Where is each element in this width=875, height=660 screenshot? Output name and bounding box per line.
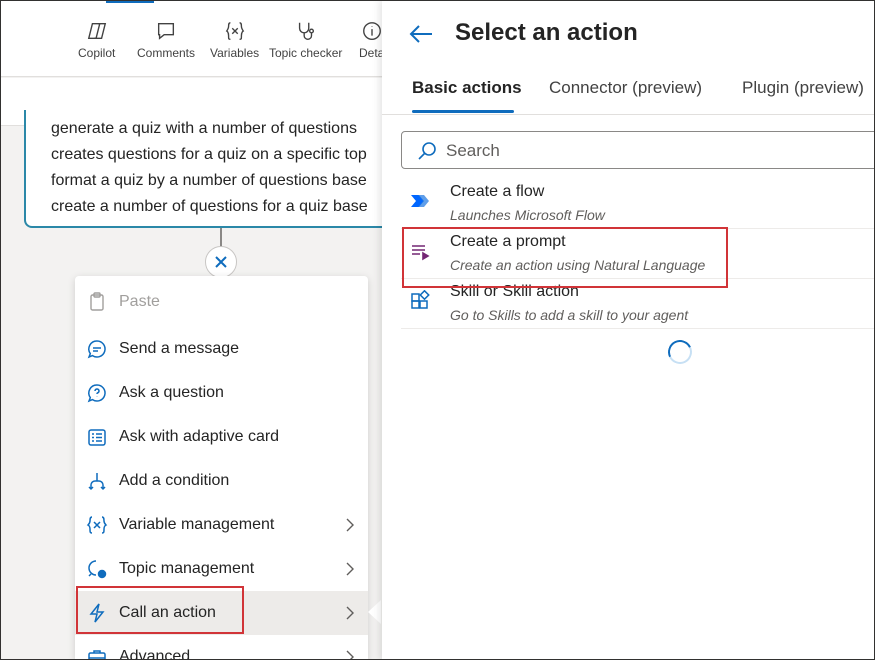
- menu-item-call-action[interactable]: Call an action: [75, 591, 368, 635]
- topic-checker-button[interactable]: Topic checker: [269, 20, 342, 60]
- loading-spinner: [664, 336, 696, 368]
- menu-item-variable-management[interactable]: Variable management: [75, 503, 368, 547]
- info-icon: [362, 22, 381, 40]
- power-automate-icon: [411, 195, 429, 207]
- chevron-right-icon: [346, 606, 354, 620]
- close-menu-button[interactable]: [205, 246, 237, 278]
- copilot-icon: [87, 22, 106, 40]
- trigger-node-card[interactable]: generate a quiz with a number of questio…: [24, 110, 404, 228]
- menu-item-advanced[interactable]: Advanced: [75, 635, 368, 660]
- action-title: Create a prompt: [450, 233, 566, 250]
- menu-item-label: Ask a question: [119, 384, 224, 401]
- variables-button[interactable]: Variables: [210, 20, 259, 60]
- branch-icon: [88, 473, 106, 491]
- comment-icon: [157, 22, 175, 40]
- tab-connector[interactable]: Connector (preview): [549, 78, 702, 98]
- menu-item-label: Call an action: [119, 604, 216, 621]
- copilot-label: Copilot: [78, 46, 116, 60]
- variables-label: Variables: [210, 46, 260, 60]
- toolbox-icon: [88, 650, 106, 660]
- variables-icon: [86, 516, 108, 534]
- add-node-menu: Paste Send a message Ask a question Ask …: [75, 276, 368, 660]
- skill-icon: [411, 290, 430, 309]
- variables-icon: [225, 22, 244, 40]
- menu-item-label: Add a condition: [119, 472, 230, 489]
- menu-item-label: Topic management: [119, 560, 255, 577]
- select-action-panel: Select an action Basic actions Connector…: [382, 0, 875, 660]
- action-title: Skill or Skill action: [450, 283, 579, 300]
- action-description: Create an action using Natural Language: [450, 257, 706, 273]
- trigger-phrase: format a quiz by a number of questions b…: [51, 172, 367, 189]
- search-placeholder: Search: [446, 141, 500, 160]
- comments-button[interactable]: Comments: [137, 20, 195, 60]
- action-description: Launches Microsoft Flow: [450, 207, 605, 223]
- menu-item-label: Ask with adaptive card: [119, 428, 280, 445]
- menu-item-label: Paste: [119, 293, 160, 310]
- comments-label: Comments: [137, 46, 196, 60]
- search-icon: [418, 142, 436, 160]
- prompt-icon: [412, 245, 430, 261]
- menu-item-send-message[interactable]: Send a message: [75, 327, 368, 371]
- menu-item-adaptive-card[interactable]: Ask with adaptive card: [75, 415, 368, 459]
- action-skill[interactable]: Skill or Skill action Go to Skills to ad…: [401, 279, 875, 329]
- back-arrow-icon[interactable]: [408, 22, 434, 46]
- details-button[interactable]: Deta: [359, 20, 384, 60]
- tabs-divider: [382, 114, 875, 115]
- submenu-pointer: [368, 600, 381, 624]
- toolbar-active-indicator: [106, 0, 154, 3]
- menu-item-paste[interactable]: Paste: [75, 280, 368, 324]
- search-box[interactable]: Search: [401, 131, 875, 169]
- trigger-phrase: create a number of questions for a quiz …: [51, 198, 368, 215]
- active-tab-indicator: [412, 110, 514, 113]
- chevron-right-icon: [346, 650, 354, 660]
- topic-checker-label: Topic checker: [269, 46, 343, 60]
- menu-item-add-condition[interactable]: Add a condition: [75, 459, 368, 503]
- message-icon: [87, 340, 106, 359]
- topic-icon: [88, 560, 107, 579]
- menu-item-ask-question[interactable]: Ask a question: [75, 371, 368, 415]
- close-icon: [215, 256, 227, 268]
- copilot-button[interactable]: Copilot: [78, 20, 115, 60]
- tab-basic-actions[interactable]: Basic actions: [412, 78, 522, 98]
- menu-item-topic-management[interactable]: Topic management: [75, 547, 368, 591]
- tab-plugin[interactable]: Plugin (preview): [742, 78, 864, 98]
- action-create-prompt[interactable]: Create a prompt Create an action using N…: [401, 229, 875, 279]
- question-icon: [87, 384, 106, 403]
- menu-item-label: Send a message: [119, 340, 240, 357]
- trigger-phrase: generate a quiz with a number of questio…: [51, 120, 357, 137]
- menu-item-label: Advanced: [119, 648, 191, 660]
- lightning-icon: [89, 603, 105, 623]
- adaptive-card-icon: [88, 429, 106, 446]
- details-label: Deta: [359, 46, 385, 60]
- canvas-toolbar: Copilot Comments Variables Topic checker…: [0, 0, 384, 77]
- clipboard-icon: [90, 292, 104, 311]
- chevron-right-icon: [346, 518, 354, 532]
- panel-title: Select an action: [455, 19, 638, 46]
- menu-item-label: Variable management: [119, 516, 275, 533]
- action-description: Go to Skills to add a skill to your agen…: [450, 307, 689, 323]
- chevron-right-icon: [346, 562, 354, 576]
- stethoscope-icon: [298, 22, 314, 40]
- trigger-phrase: creates questions for a quiz on a specif…: [51, 146, 367, 163]
- action-title: Create a flow: [450, 183, 545, 200]
- action-create-flow[interactable]: Create a flow Launches Microsoft Flow: [401, 179, 875, 229]
